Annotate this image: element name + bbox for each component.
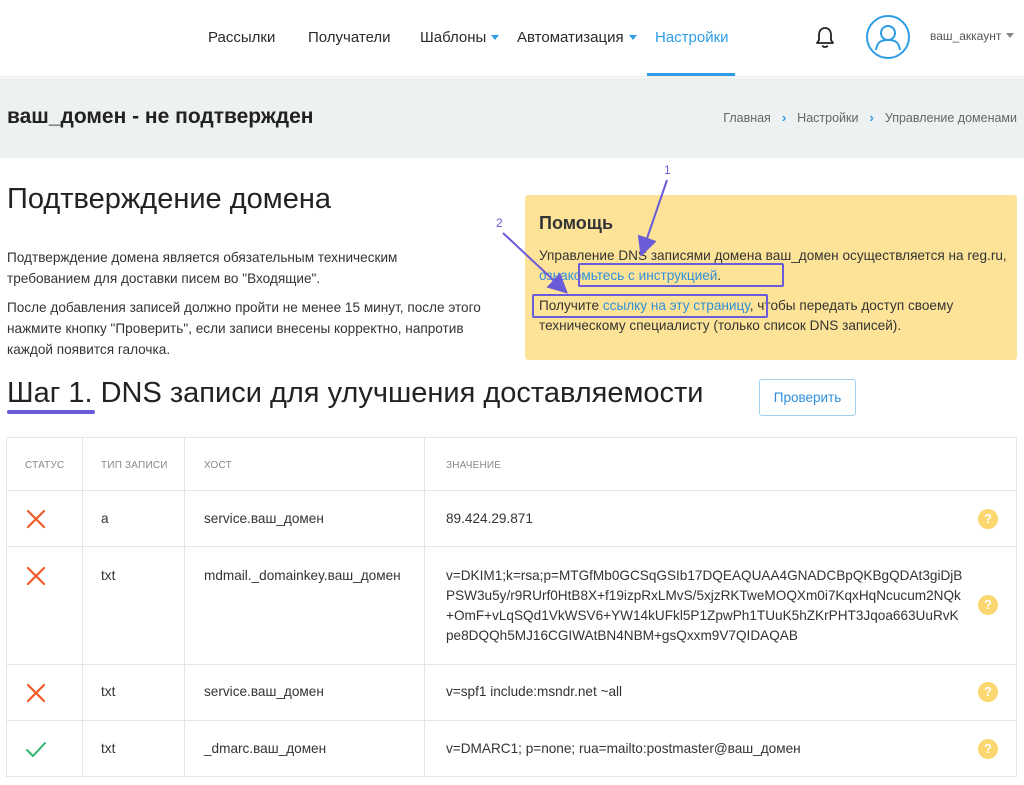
help-icon[interactable]: ? xyxy=(978,739,998,759)
record-type: a xyxy=(101,511,109,526)
record-value: v=spf1 include:msndr.net ~all xyxy=(446,684,623,699)
step-underline-highlight xyxy=(7,410,95,414)
record-value: v=DKIM1;k=rsa;p=MTGfMb0GCSqGSIb17DQEAQUA… xyxy=(446,568,963,643)
record-host: mdmail._domainkey.ваш_домен xyxy=(204,568,401,583)
record-value: v=DMARC1; p=none; rua=mailto:postmaster@… xyxy=(446,741,801,756)
record-host: service.ваш_домен xyxy=(204,511,324,526)
column-divider xyxy=(424,438,425,776)
header-type: Тип записи xyxy=(101,460,168,471)
check-button[interactable]: Проверить xyxy=(759,379,856,416)
cross-icon xyxy=(26,566,46,586)
cross-icon xyxy=(26,683,46,703)
annotation-number-2: 2 xyxy=(496,216,503,230)
annotation-number-1: 1 xyxy=(664,163,671,177)
record-type: txt xyxy=(101,568,116,583)
dns-records-table: Статус Тип записи Хост Значение a servic… xyxy=(6,437,1017,777)
step-title: DNS записи для улучшения доставляемости xyxy=(100,377,704,409)
checkmark-icon xyxy=(26,742,46,757)
record-host: service.ваш_домен xyxy=(204,684,324,699)
header-value: Значение xyxy=(446,460,502,471)
record-type: txt xyxy=(101,741,116,756)
record-host: _dmarc.ваш_домен xyxy=(204,741,327,756)
help-icon[interactable]: ? xyxy=(978,595,998,615)
record-value: 89.424.29.871 xyxy=(446,511,533,526)
step-number: Шаг 1. xyxy=(7,377,93,409)
column-divider xyxy=(184,438,185,776)
record-type: txt xyxy=(101,684,116,699)
header-status: Статус xyxy=(25,460,65,471)
help-icon[interactable]: ? xyxy=(978,509,998,529)
help-icon[interactable]: ? xyxy=(978,682,998,702)
row-divider xyxy=(7,720,1016,721)
row-divider xyxy=(7,546,1016,547)
step-heading: Шаг 1. DNS записи для улучшения доставля… xyxy=(7,377,704,410)
column-divider xyxy=(82,438,83,776)
header-host: Хост xyxy=(204,460,232,471)
row-divider xyxy=(7,664,1016,665)
cross-icon xyxy=(26,509,46,529)
row-divider xyxy=(7,490,1016,491)
